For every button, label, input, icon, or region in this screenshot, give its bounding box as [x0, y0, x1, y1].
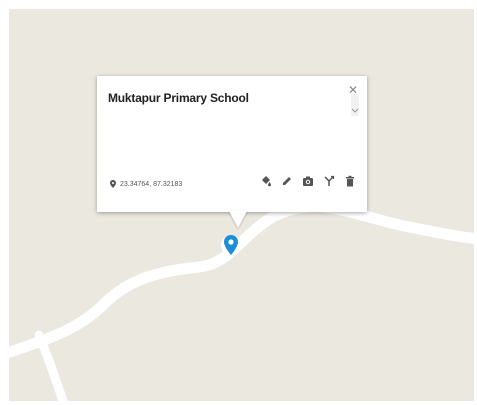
- map-marker-icon[interactable]: [221, 233, 241, 263]
- camera-icon[interactable]: [302, 175, 314, 187]
- directions-icon[interactable]: [323, 175, 335, 187]
- paint-bucket-icon[interactable]: [260, 175, 272, 187]
- coordinates-text: 23.34764, 87.32183: [120, 180, 183, 188]
- road-branch: [34, 330, 68, 401]
- road-main: [9, 201, 474, 359]
- popup-toolbar: [260, 175, 356, 187]
- trash-icon[interactable]: [344, 175, 356, 187]
- place-info-popup: Muktapur Primary School ✕ 23.34764, 87.3…: [97, 76, 367, 228]
- popup-pointer: [229, 211, 247, 228]
- coordinates-row: 23.34764, 87.32183: [110, 180, 182, 188]
- location-pin-icon: [110, 180, 116, 188]
- place-name: Muktapur Primary School: [108, 91, 249, 105]
- scroll-indicator[interactable]: [351, 94, 359, 116]
- map-canvas[interactable]: Muktapur Primary School ✕ 23.34764, 87.3…: [9, 9, 474, 401]
- chevron-down-icon: [351, 108, 359, 113]
- pencil-icon[interactable]: [281, 175, 293, 187]
